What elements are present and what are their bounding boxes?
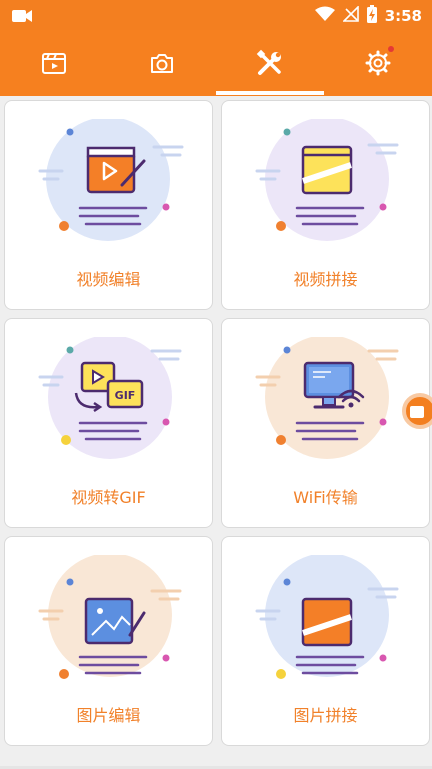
tab-camera[interactable]: [108, 30, 216, 96]
tab-tools[interactable]: [216, 30, 324, 96]
clock: 3:58: [384, 7, 422, 25]
card-image-join[interactable]: 图片拼接: [221, 536, 430, 746]
image-edit-icon: [30, 553, 190, 695]
video-to-gif-icon: GIF: [30, 335, 190, 477]
video-record-status-icon: [12, 8, 32, 27]
gear-icon: [364, 49, 392, 77]
card-label: 图片编辑: [76, 706, 141, 725]
notification-badge: [388, 46, 394, 52]
card-image-edit[interactable]: 图片编辑: [4, 536, 213, 746]
card-label: 视频拼接: [293, 270, 358, 289]
wifi-signal-icon: [314, 6, 335, 26]
card-video-to-gif[interactable]: GIF 视频转GIF: [4, 318, 213, 528]
cell-signal-icon: [341, 5, 359, 26]
wrench-screwdriver-icon: [256, 49, 284, 77]
wifi-transfer-icon: [247, 335, 407, 477]
card-video-join[interactable]: 视频拼接: [221, 100, 430, 310]
card-label: WiFi传输: [293, 488, 358, 507]
camera-icon: [149, 51, 175, 75]
tab-indicator: [216, 91, 324, 95]
tab-video[interactable]: [0, 30, 108, 96]
image-join-icon: [247, 553, 407, 695]
video-clapper-icon: [41, 51, 67, 75]
video-camera-icon: [410, 404, 430, 423]
video-edit-icon: [30, 117, 190, 259]
status-bar: 3:58: [0, 0, 432, 30]
gif-text: GIF: [115, 389, 136, 402]
video-join-icon: [247, 117, 407, 259]
card-label: 视频编辑: [76, 270, 141, 289]
battery-charging-icon: [366, 5, 377, 27]
tab-bar: [0, 30, 432, 96]
floating-record-button[interactable]: [402, 393, 432, 429]
tab-settings[interactable]: [324, 30, 432, 96]
card-video-edit[interactable]: 视频编辑: [4, 100, 213, 310]
card-label: 图片拼接: [293, 706, 358, 725]
card-label: 视频转GIF: [71, 488, 146, 507]
card-wifi-transfer[interactable]: WiFi传输: [221, 318, 430, 528]
